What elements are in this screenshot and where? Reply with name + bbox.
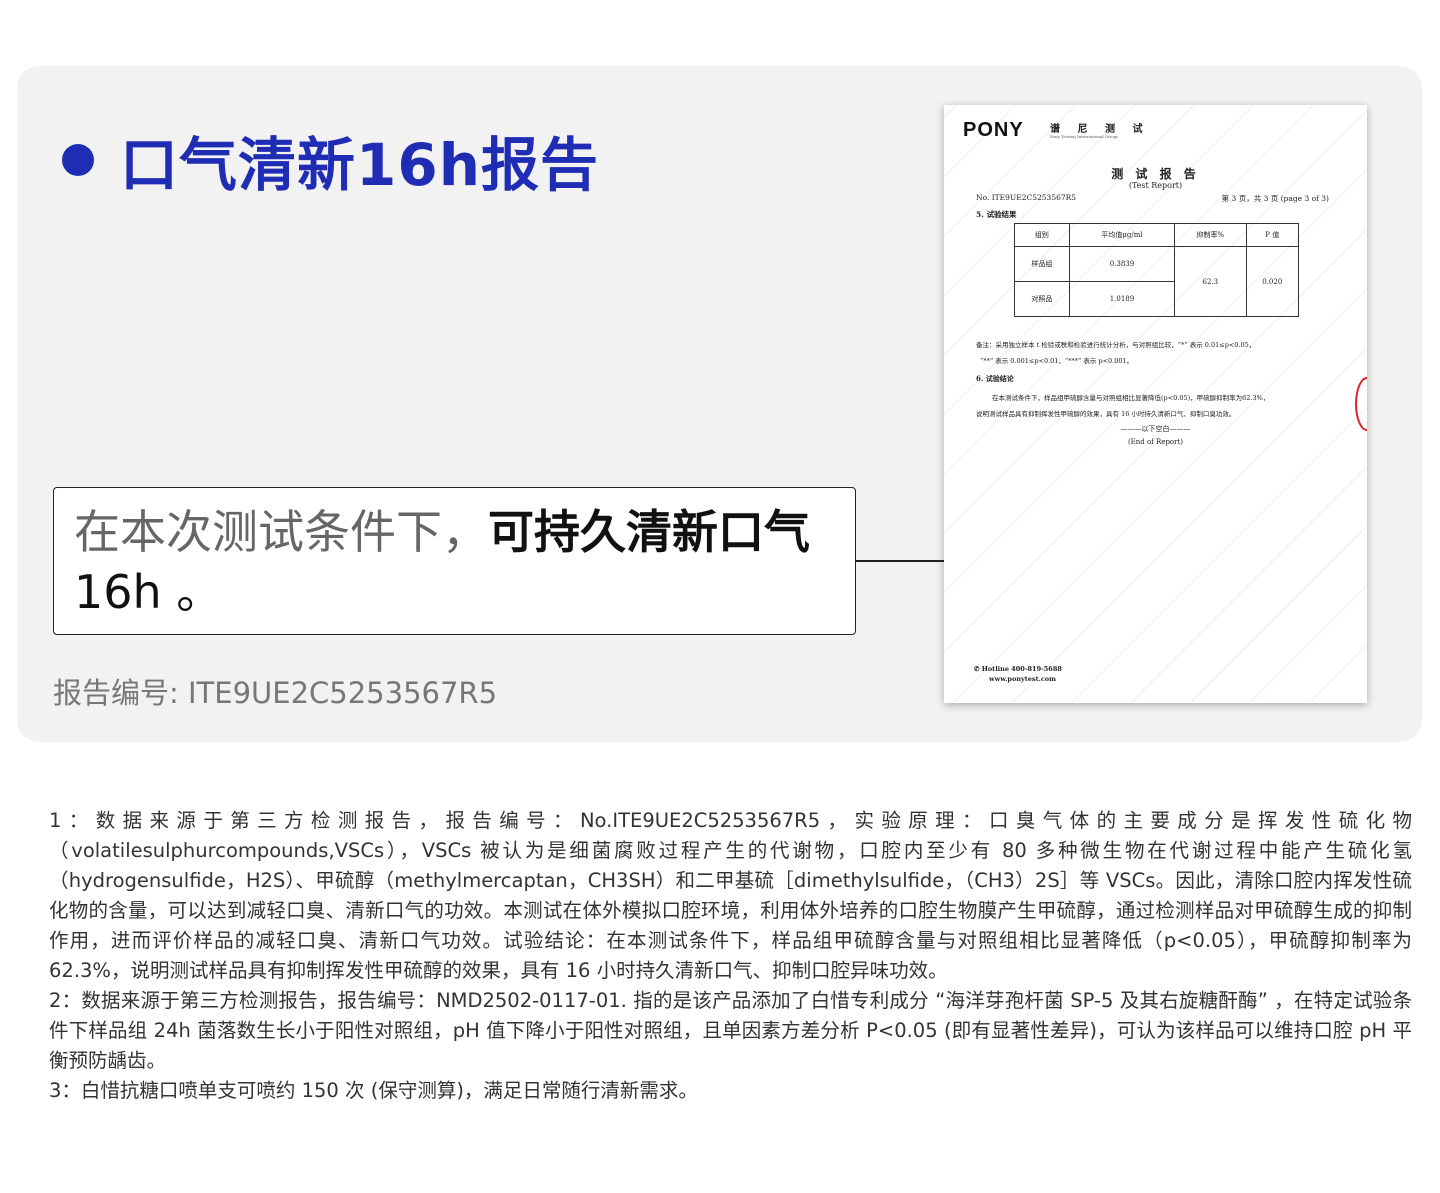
- end-en: (End of Report): [1127, 438, 1184, 446]
- doc-page: 第 3 页，共 3 页 (page 3 of 3): [1221, 194, 1329, 203]
- section-title: 口气清新16h报告: [62, 118, 599, 202]
- claim-line2: 16h 。: [74, 565, 223, 619]
- section5: 5. 试验结果: [976, 210, 1017, 219]
- title-text: 口气清新16h报告: [120, 131, 600, 199]
- cell: 0.020: [1245, 246, 1300, 317]
- claim-bold: 可持久清新口气: [488, 505, 810, 559]
- cell: 62.3: [1174, 246, 1247, 317]
- note1: 备注：采用独立样本 t 检验或秩和检验进行统计分析，与对照组比较，“*” 表示 …: [976, 341, 1256, 349]
- th: 抑制率%: [1174, 223, 1247, 247]
- brand: PONY: [963, 119, 1024, 141]
- th: 平均值μg/ml: [1068, 223, 1176, 247]
- footnote-2: 2：数据来源于第三方检测报告，报告编号：NMD2502-0117-01. 指的是…: [49, 989, 1412, 1072]
- website: www.ponytest.com: [989, 675, 1057, 683]
- cell: 0.3839: [1068, 246, 1176, 282]
- brand-en: Pony Testing International Group: [1050, 134, 1118, 139]
- results-table: 组别 平均值μg/ml 抑制率% P 值 样品组 0.3839 62.3 0.020 对照品…: [1014, 223, 1300, 317]
- doc-number: No. ITE9UE2C5253567R5: [976, 193, 1077, 202]
- conclusion1: 在本测试条件下，样品组甲硫醇含量与对照组相比显著降低(p<0.05)，甲硫醇抑制…: [992, 394, 1270, 402]
- end-cn: ———以下空白———: [1120, 425, 1191, 433]
- note2: “**” 表示 0.001≤p<0.01，“***” 表示 p<0.001。: [980, 357, 1134, 365]
- hotline: ✆ Hotline 400-819-5688: [974, 665, 1062, 673]
- test-report-document: PONY 谱 尼 测 试 Pony Testing International …: [944, 105, 1367, 703]
- th: 组别: [1014, 223, 1070, 247]
- brand-cn: 谱 尼 测 试: [1050, 124, 1150, 135]
- conclusion2: 说明测试样品具有抑制挥发性甲硫醇的效果，具有 16 小时持久清新口气、抑制口臭功…: [976, 410, 1236, 418]
- footnote-1: 1：数据来源于第三方检测报告，报告编号：No.ITE9UE2C5253567R5…: [49, 809, 1412, 982]
- cell: 1.0189: [1068, 281, 1176, 317]
- footnote-3: 3：白惜抗糖口喷单支可喷约 150 次 (保守测算)，满足日常随行清新需求。: [49, 1079, 698, 1102]
- pony-logo: PONY: [963, 119, 1024, 142]
- footnotes: 1：数据来源于第三方检测报告，报告编号：No.ITE9UE2C5253567R5…: [49, 806, 1412, 1106]
- claim-box: 在本次测试条件下，可持久清新口气 16h 。: [53, 487, 856, 635]
- doc-subtitle: (Test Report): [1128, 181, 1183, 190]
- report-number: 报告编号: ITE9UE2C5253567R5: [53, 676, 498, 710]
- doc-title: 测 试 报 告: [1111, 167, 1200, 181]
- claim-normal: 在本次测试条件下，: [74, 505, 488, 559]
- section6: 6. 试验结论: [976, 374, 1014, 383]
- th: P 值: [1245, 223, 1300, 247]
- cell: 样品组: [1014, 246, 1070, 282]
- bullet-dot-icon: [62, 144, 94, 176]
- cell: 对照品: [1014, 281, 1070, 317]
